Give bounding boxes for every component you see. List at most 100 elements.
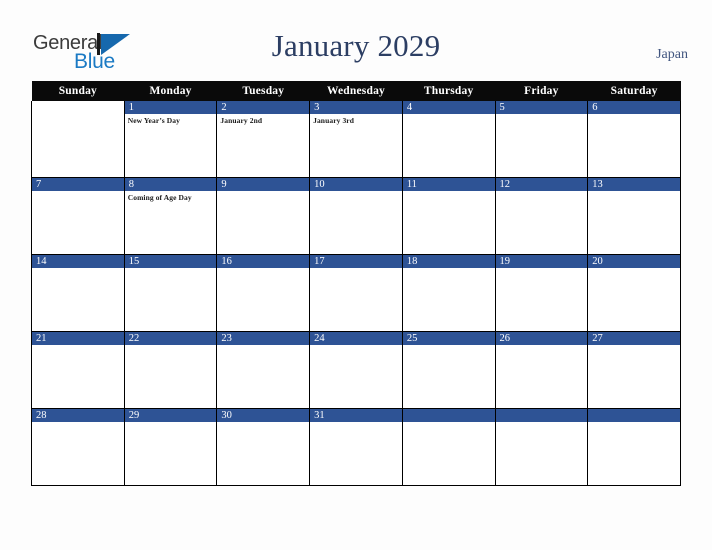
calendar-day-cell[interactable]: 23 xyxy=(216,331,311,409)
day-cell-body xyxy=(588,191,680,193)
day-number: 10 xyxy=(310,178,402,191)
day-cell-body xyxy=(32,191,124,193)
day-cell-body xyxy=(403,345,495,347)
day-number xyxy=(588,409,680,422)
calendar-day-cell[interactable]: 16 xyxy=(216,254,311,332)
calendar-day-cell[interactable]: 27 xyxy=(587,331,681,409)
holiday-event-label: New Year’s Day xyxy=(127,116,180,125)
calendar-day-cell[interactable] xyxy=(401,408,496,486)
day-number: 24 xyxy=(310,332,402,345)
day-number: 15 xyxy=(124,255,217,268)
weekday-header-monday: Monday xyxy=(124,81,217,101)
calendar-week-row: 14 15 16 17 18 19 20 xyxy=(31,254,681,332)
calendar-day-cell[interactable]: 9 xyxy=(216,177,311,255)
day-number: 27 xyxy=(588,332,680,345)
calendar-day-cell[interactable]: 24 xyxy=(309,331,403,409)
day-number: 23 xyxy=(217,332,310,345)
calendar-day-cell[interactable]: 25 xyxy=(401,331,496,409)
day-number: 28 xyxy=(32,409,124,422)
day-number: 13 xyxy=(588,178,680,191)
calendar-day-cell[interactable]: 4 xyxy=(401,101,496,178)
calendar-day-cell[interactable]: 15 xyxy=(123,254,218,332)
day-number: 31 xyxy=(310,409,402,422)
calendar-week-row: 28 29 30 31 xyxy=(31,408,681,486)
calendar-day-cell[interactable]: 19 xyxy=(494,254,589,332)
day-number: 19 xyxy=(495,255,588,268)
calendar-day-cell[interactable]: 26 xyxy=(494,331,589,409)
weekday-header-thursday: Thursday xyxy=(402,81,496,101)
day-number: 11 xyxy=(402,178,495,191)
day-number: 5 xyxy=(495,101,588,114)
day-cell-body xyxy=(217,422,309,424)
calendar-day-cell[interactable]: 2 January 2nd xyxy=(216,101,311,178)
day-cell-body xyxy=(588,422,680,424)
day-cell-body: January 3rd xyxy=(310,114,402,125)
day-cell-body xyxy=(125,422,217,424)
day-cell-body xyxy=(32,345,124,347)
day-number: 25 xyxy=(402,332,495,345)
calendar-day-cell[interactable] xyxy=(494,408,589,486)
day-number: 21 xyxy=(32,332,124,345)
day-number: 17 xyxy=(310,255,402,268)
calendar-day-cell[interactable] xyxy=(31,101,125,178)
calendar-day-cell[interactable]: 28 xyxy=(31,408,125,486)
day-cell-body xyxy=(32,268,124,270)
weekday-header-wednesday: Wednesday xyxy=(309,81,403,101)
day-cell-body xyxy=(217,268,309,270)
calendar-day-cell[interactable]: 17 xyxy=(309,254,403,332)
calendar-day-cell[interactable]: 30 xyxy=(216,408,311,486)
calendar-week-row: 1 New Year’s Day 2 January 2nd 3 January 3rd 4… xyxy=(31,101,681,178)
calendar-day-cell[interactable]: 29 xyxy=(123,408,218,486)
weekday-header-saturday: Saturday xyxy=(587,81,681,101)
calendar-day-cell[interactable]: 6 xyxy=(587,101,681,178)
weekday-header-friday: Friday xyxy=(495,81,588,101)
weekday-header-sunday: Sunday xyxy=(31,81,125,101)
calendar-day-cell[interactable]: 14 xyxy=(31,254,125,332)
calendar-day-cell[interactable] xyxy=(587,408,681,486)
day-cell-body xyxy=(310,345,402,347)
weekday-header-row: Sunday Monday Tuesday Wednesday Thursday… xyxy=(31,81,681,101)
day-number: 7 xyxy=(32,178,124,191)
day-cell-body xyxy=(403,191,495,193)
day-cell-body xyxy=(588,345,680,347)
calendar-day-cell[interactable]: 18 xyxy=(401,254,496,332)
calendar-day-cell[interactable]: 7 xyxy=(31,177,125,255)
day-cell-body xyxy=(310,268,402,270)
page-header: General Blue January 2029 Japan xyxy=(0,0,712,81)
day-number: 8 xyxy=(124,178,217,191)
day-cell-body xyxy=(403,114,495,116)
day-cell-body xyxy=(32,422,124,424)
holiday-event-label: Coming of Age Day xyxy=(127,193,192,202)
calendar-week-row: 7 8 Coming of Age Day 9 10 11 12 13 xyxy=(31,177,681,255)
calendar-day-cell[interactable]: 31 xyxy=(309,408,403,486)
day-cell-body xyxy=(217,345,309,347)
day-number: 16 xyxy=(217,255,310,268)
weekday-header-tuesday: Tuesday xyxy=(216,81,310,101)
calendar-body: 1 New Year’s Day 2 January 2nd 3 January 3rd 4… xyxy=(31,101,681,486)
calendar-day-cell[interactable]: 20 xyxy=(587,254,681,332)
calendar-week-row: 21 22 23 24 25 26 27 xyxy=(31,331,681,409)
day-number: 12 xyxy=(495,178,588,191)
day-number: 26 xyxy=(495,332,588,345)
day-cell-body xyxy=(403,422,495,424)
country-label: Japan xyxy=(656,47,688,62)
day-number: 2 xyxy=(217,101,310,114)
calendar-day-cell[interactable]: 8 Coming of Age Day xyxy=(123,177,218,255)
calendar-day-cell[interactable]: 3 January 3rd xyxy=(309,101,403,178)
calendar-day-cell[interactable]: 22 xyxy=(123,331,218,409)
day-number: 9 xyxy=(217,178,310,191)
day-cell-body xyxy=(588,268,680,270)
day-cell-body xyxy=(496,114,588,116)
day-number: 18 xyxy=(402,255,495,268)
day-cell-body: Coming of Age Day xyxy=(125,191,217,202)
day-number: 3 xyxy=(310,101,402,114)
calendar-day-cell[interactable]: 13 xyxy=(587,177,681,255)
holiday-event-label: January 3rd xyxy=(313,116,355,125)
calendar-day-cell[interactable]: 1 New Year’s Day xyxy=(123,101,218,178)
calendar-day-cell[interactable]: 21 xyxy=(31,331,125,409)
calendar-day-cell[interactable]: 10 xyxy=(309,177,403,255)
calendar-day-cell[interactable]: 11 xyxy=(401,177,496,255)
calendar-day-cell[interactable]: 12 xyxy=(494,177,589,255)
day-number: 30 xyxy=(217,409,310,422)
calendar-day-cell[interactable]: 5 xyxy=(494,101,589,178)
